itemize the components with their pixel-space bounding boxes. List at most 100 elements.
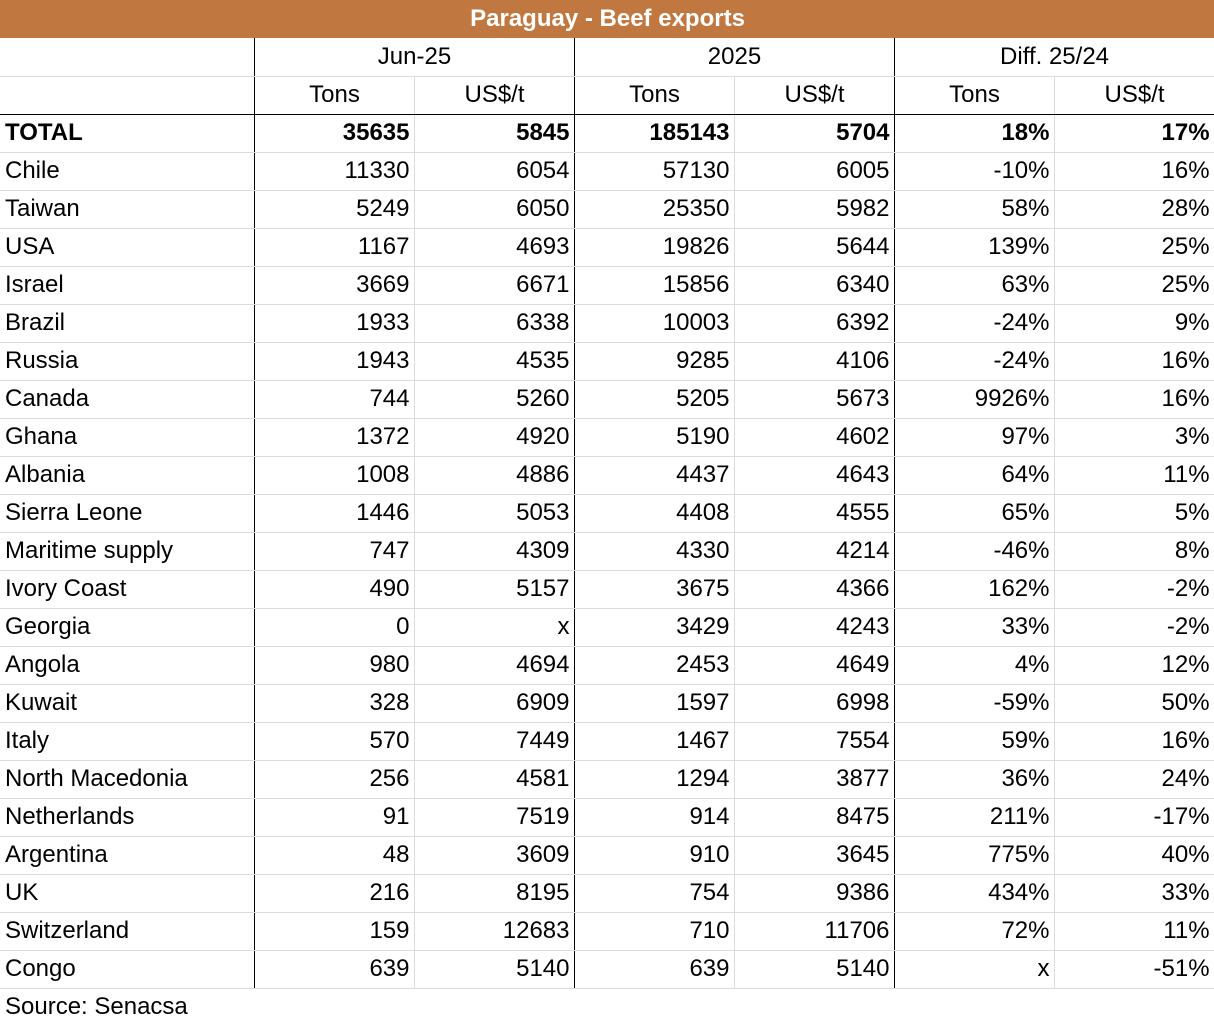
- value-cell: 5205: [574, 380, 735, 419]
- table-row: Taiwan 5249 6050 25350 5982 58% 28%: [0, 190, 1214, 229]
- country-cell: North Macedonia: [0, 760, 255, 799]
- table-row: Kuwait 328 6909 1597 6998 -59% 50%: [0, 684, 1214, 723]
- table-row: Angola 980 4694 2453 4649 4% 12%: [0, 646, 1214, 685]
- value-cell: 4886: [414, 456, 575, 495]
- subheader-tons: Tons: [574, 76, 735, 115]
- value-cell: 1933: [254, 304, 415, 343]
- country-cell: Brazil: [0, 304, 255, 343]
- value-cell: 639: [254, 950, 415, 989]
- value-cell: 33%: [1054, 874, 1214, 913]
- value-cell: 4243: [734, 608, 895, 647]
- value-cell: 63%: [894, 266, 1055, 305]
- value-cell: 16%: [1054, 342, 1214, 381]
- value-cell: 216: [254, 874, 415, 913]
- value-cell: 64%: [894, 456, 1055, 495]
- value-cell: 59%: [894, 722, 1055, 761]
- value-cell: 91: [254, 798, 415, 837]
- value-cell: -51%: [1054, 950, 1214, 989]
- value-cell: 211%: [894, 798, 1055, 837]
- subheader-price: US$/t: [414, 76, 575, 115]
- value-cell: 710: [574, 912, 735, 951]
- value-cell: 5140: [734, 950, 895, 989]
- table-row: Sierra Leone 1446 5053 4408 4555 65% 5%: [0, 494, 1214, 533]
- value-cell: 1008: [254, 456, 415, 495]
- value-cell: 4643: [734, 456, 895, 495]
- value-cell: 4694: [414, 646, 575, 685]
- country-cell: Netherlands: [0, 798, 255, 837]
- beef-exports-table: Paraguay - Beef exports Jun-25 2025 Diff…: [0, 0, 1214, 1026]
- value-cell: 5704: [734, 114, 895, 153]
- group-header-jun25: Jun-25: [254, 38, 575, 77]
- value-cell: 1446: [254, 494, 415, 533]
- header-blank: [0, 38, 255, 77]
- value-cell: 25350: [574, 190, 735, 229]
- value-cell: 50%: [1054, 684, 1214, 723]
- value-cell: 10003: [574, 304, 735, 343]
- value-cell: 19826: [574, 228, 735, 267]
- value-cell: 1943: [254, 342, 415, 381]
- value-cell: 3%: [1054, 418, 1214, 457]
- value-cell: 16%: [1054, 152, 1214, 191]
- value-cell: 58%: [894, 190, 1055, 229]
- value-cell: 1597: [574, 684, 735, 723]
- value-cell: 5673: [734, 380, 895, 419]
- value-cell: 97%: [894, 418, 1055, 457]
- table-row: Canada 744 5260 5205 5673 9926% 16%: [0, 380, 1214, 419]
- value-cell: 65%: [894, 494, 1055, 533]
- value-cell: 4437: [574, 456, 735, 495]
- value-cell: 4693: [414, 228, 575, 267]
- value-cell: 6671: [414, 266, 575, 305]
- value-cell: 18%: [894, 114, 1055, 153]
- value-cell: 36%: [894, 760, 1055, 799]
- value-cell: 35635: [254, 114, 415, 153]
- value-cell: 5982: [734, 190, 895, 229]
- value-cell: 6909: [414, 684, 575, 723]
- value-cell: -2%: [1054, 608, 1214, 647]
- value-cell: -2%: [1054, 570, 1214, 609]
- value-cell: 24%: [1054, 760, 1214, 799]
- value-cell: 1294: [574, 760, 735, 799]
- table-row: Ghana 1372 4920 5190 4602 97% 3%: [0, 418, 1214, 457]
- table-row: North Macedonia 256 4581 1294 3877 36% 24%: [0, 760, 1214, 799]
- country-cell: UK: [0, 874, 255, 913]
- value-cell: -59%: [894, 684, 1055, 723]
- value-cell: 3609: [414, 836, 575, 875]
- table-row: Switzerland 159 12683 710 11706 72% 11%: [0, 912, 1214, 951]
- value-cell: 1467: [574, 722, 735, 761]
- value-cell: 6392: [734, 304, 895, 343]
- value-cell: 4920: [414, 418, 575, 457]
- table-row: Congo 639 5140 639 5140 x -51%: [0, 950, 1214, 989]
- value-cell: 6998: [734, 684, 895, 723]
- value-cell: 747: [254, 532, 415, 571]
- value-cell: 754: [574, 874, 735, 913]
- country-cell: Taiwan: [0, 190, 255, 229]
- value-cell: 4602: [734, 418, 895, 457]
- country-cell: Israel: [0, 266, 255, 305]
- value-cell: 5190: [574, 418, 735, 457]
- table-row: UK 216 8195 754 9386 434% 33%: [0, 874, 1214, 913]
- value-cell: 159: [254, 912, 415, 951]
- value-cell: 5845: [414, 114, 575, 153]
- value-cell: 3675: [574, 570, 735, 609]
- value-cell: 490: [254, 570, 415, 609]
- country-cell: Ghana: [0, 418, 255, 457]
- country-cell: Russia: [0, 342, 255, 381]
- value-cell: 914: [574, 798, 735, 837]
- table-row: USA 1167 4693 19826 5644 139% 25%: [0, 228, 1214, 267]
- value-cell: 5053: [414, 494, 575, 533]
- table-title: Paraguay - Beef exports: [0, 0, 1214, 38]
- value-cell: 1167: [254, 228, 415, 267]
- country-cell: Georgia: [0, 608, 255, 647]
- country-cell: Albania: [0, 456, 255, 495]
- value-cell: 4581: [414, 760, 575, 799]
- value-cell: 4%: [894, 646, 1055, 685]
- country-cell: Chile: [0, 152, 255, 191]
- value-cell: -24%: [894, 304, 1055, 343]
- value-cell: 6050: [414, 190, 575, 229]
- value-cell: 5157: [414, 570, 575, 609]
- value-cell: -10%: [894, 152, 1055, 191]
- value-cell: 3877: [734, 760, 895, 799]
- value-cell: 4535: [414, 342, 575, 381]
- value-cell: 434%: [894, 874, 1055, 913]
- country-cell: Italy: [0, 722, 255, 761]
